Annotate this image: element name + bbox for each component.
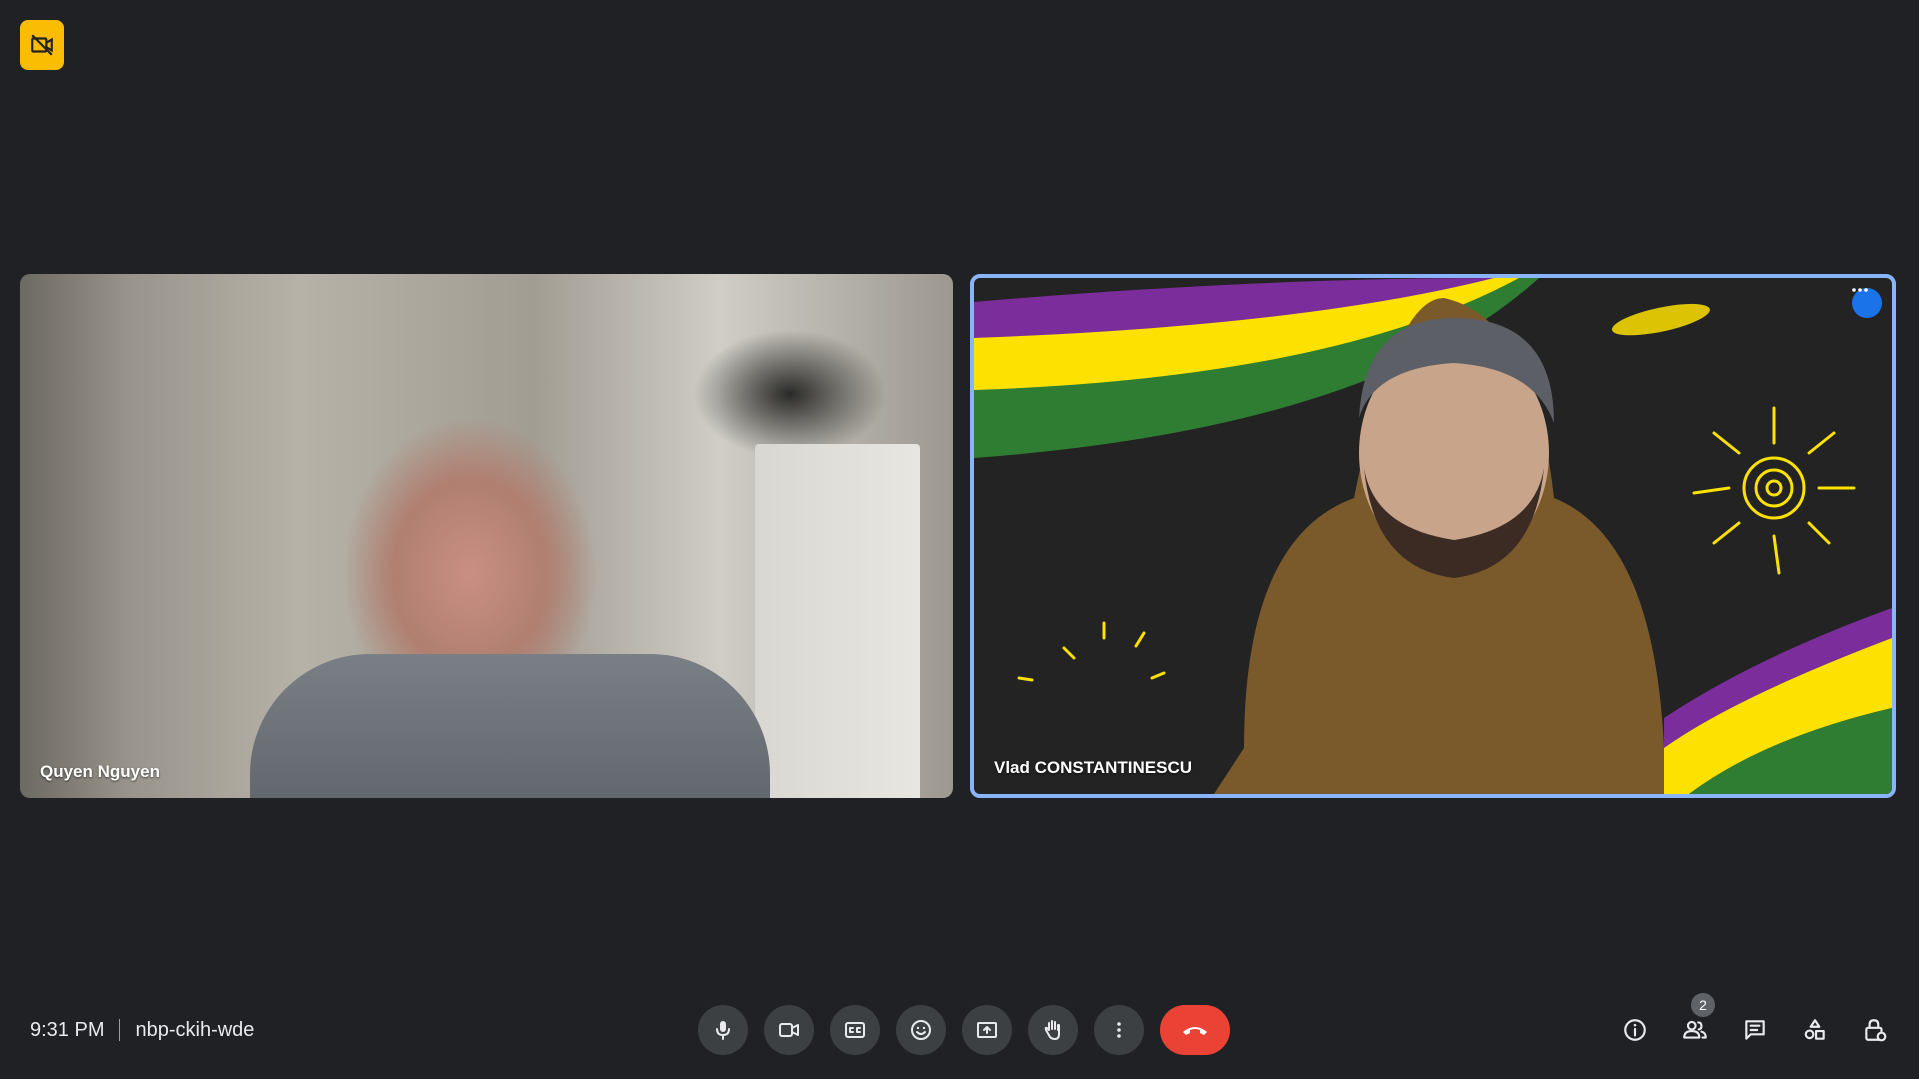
more-options-button[interactable] — [1094, 1005, 1144, 1055]
people-button[interactable]: 2 — [1671, 993, 1719, 1055]
activities-icon — [1804, 1019, 1825, 1040]
participant-video — [250, 654, 770, 798]
reactions-button[interactable] — [896, 1005, 946, 1055]
participant-tile-vlad[interactable]: Vlad CONSTANTINESCU — [970, 274, 1896, 798]
people-icon — [1683, 1020, 1707, 1039]
participant-name: Vlad CONSTANTINESCU — [994, 758, 1193, 777]
chat-button[interactable] — [1731, 1005, 1779, 1055]
activities-button[interactable] — [1791, 1005, 1839, 1055]
closed-captions-icon — [845, 1022, 865, 1038]
participant-name: Quyen Nguyen — [40, 762, 160, 781]
virtual-background — [974, 278, 1892, 794]
video-camera-icon — [779, 1023, 799, 1037]
hand-icon — [1044, 1020, 1060, 1040]
meeting-info-button[interactable] — [1611, 1005, 1659, 1055]
present-button[interactable] — [962, 1005, 1012, 1055]
participant-options-button[interactable] — [1852, 288, 1882, 318]
host-controls-button[interactable] — [1851, 1005, 1899, 1055]
main-controls — [698, 1005, 1230, 1055]
chat-icon — [1745, 1020, 1765, 1040]
people-count-badge: 2 — [1691, 993, 1715, 1017]
leave-call-button[interactable] — [1160, 1005, 1230, 1055]
background-fridge — [755, 444, 920, 798]
no-video-badge[interactable] — [20, 20, 64, 70]
meeting-window: Quyen Nguyen Vlad CONSTANTINESCU 9:31 PM… — [0, 0, 1919, 1079]
current-time: 9:31 PM — [30, 1018, 105, 1041]
info-icon — [1624, 1019, 1646, 1041]
camera-button[interactable] — [764, 1005, 814, 1055]
captions-button[interactable] — [830, 1005, 880, 1055]
raise-hand-button[interactable] — [1028, 1005, 1078, 1055]
divider — [119, 1019, 121, 1041]
more-vertical-icon — [1117, 1022, 1121, 1038]
side-controls: 2 — [1611, 993, 1899, 1055]
participant-tile-quyen[interactable]: Quyen Nguyen — [20, 274, 953, 798]
present-screen-icon — [977, 1022, 997, 1038]
meeting-code: nbp-ckih-wde — [135, 1018, 255, 1041]
emoji-icon — [911, 1020, 931, 1040]
more-horizontal-icon — [1852, 288, 1868, 292]
phone-hangup-icon — [1183, 1027, 1207, 1035]
host-controls-icon — [1865, 1019, 1887, 1042]
call-controls-bar: 9:31 PM nbp-ckih-wde 2 — [0, 993, 1919, 1060]
mic-icon — [716, 1021, 730, 1040]
microphone-button[interactable] — [698, 1005, 748, 1055]
meeting-details: 9:31 PM nbp-ckih-wde — [30, 1010, 254, 1050]
no-video-badge-icon — [31, 34, 53, 56]
